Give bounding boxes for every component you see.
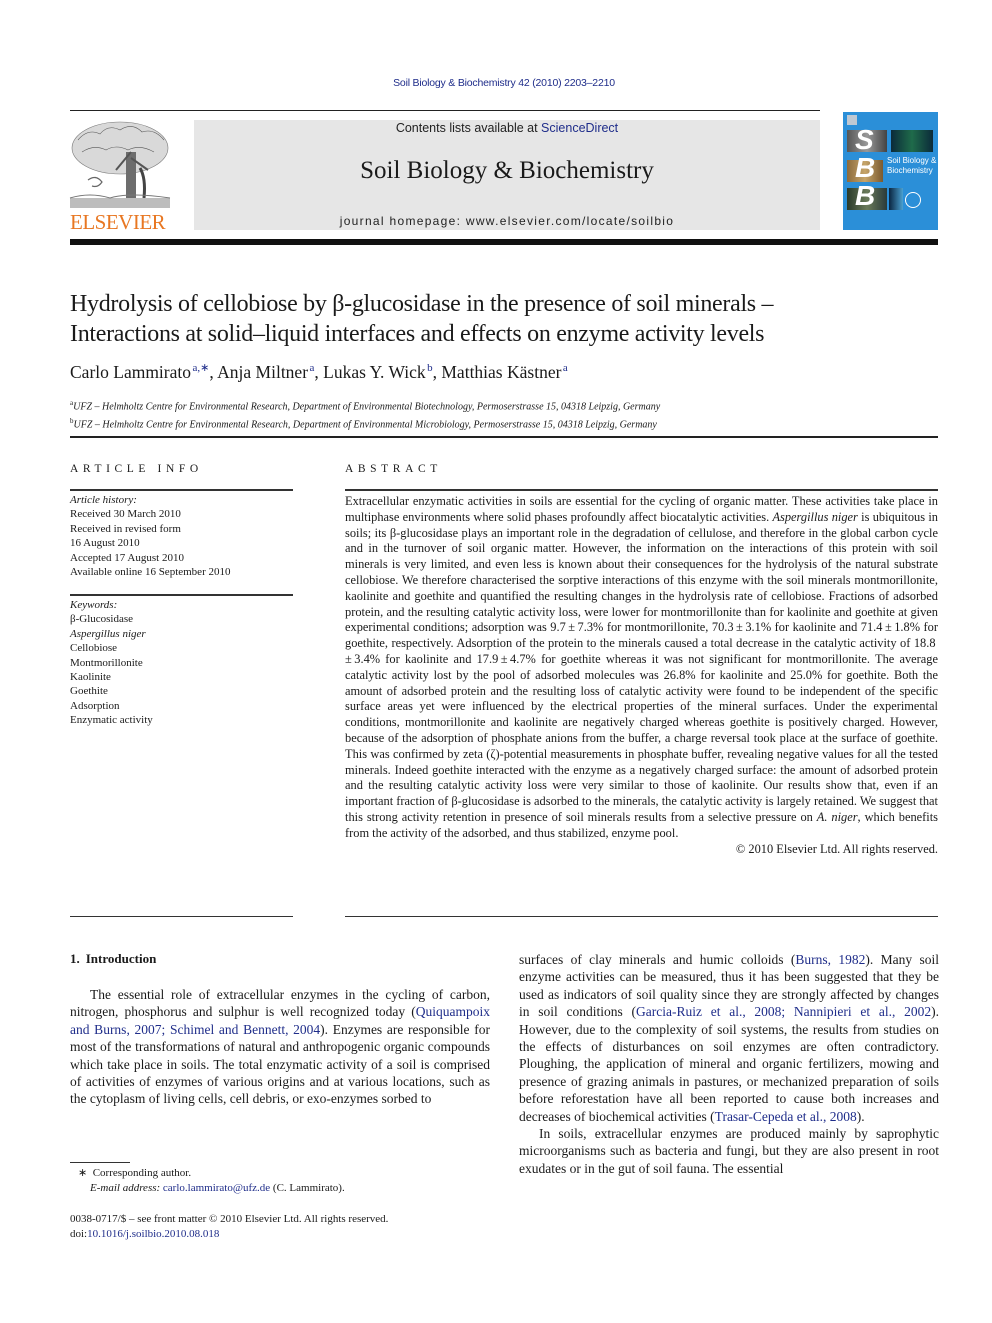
reference-link[interactable]: Trasar-Cepeda et al., 2008: [715, 1109, 857, 1124]
keywords-rule: [70, 594, 293, 596]
author-name[interactable]: Carlo Lammirato: [70, 362, 191, 382]
footnote-rule: [70, 1162, 130, 1163]
front-matter-divider: [70, 436, 938, 438]
doi-line: doi:10.1016/j.soilbio.2010.08.018: [70, 1227, 500, 1242]
article-info-heading: ARTICLE INFO: [70, 463, 203, 475]
reference-link[interactable]: Garcia-Ruiz et al., 2008; Nannipieri et …: [636, 1004, 931, 1019]
doi-link[interactable]: 10.1016/j.soilbio.2010.08.018: [87, 1228, 219, 1240]
email-label: E-mail address:: [90, 1182, 161, 1194]
keyword-item: β-Glucosidase: [70, 613, 134, 626]
corresponding-label: Corresponding author.: [92, 1167, 192, 1179]
history-item: Available online 16 September 2010: [70, 566, 231, 579]
keyword-item: Montmorillonite: [70, 656, 143, 669]
author-list: Carlo Lammirato a,∗, Anja Miltner a, Luk…: [70, 361, 568, 382]
sciencedirect-link[interactable]: ScienceDirect: [541, 121, 618, 135]
elsevier-tree-icon: [69, 121, 171, 208]
journal-homepage-link[interactable]: journal homepage: www.elsevier.com/locat…: [194, 214, 820, 228]
abstract-organism: A. niger: [816, 809, 858, 824]
cover-letter: B: [855, 152, 876, 183]
cover-image-strip: [891, 130, 933, 152]
article-title-line: Interactions at solid–liquid interfaces …: [70, 321, 765, 347]
doi-label: doi:: [70, 1227, 88, 1240]
keyword-item: Cellobiose: [70, 642, 118, 655]
article-info-bottom-rule: [70, 916, 293, 917]
society-emblem-icon: [905, 192, 921, 208]
affiliation-text: UFZ – Helmholtz Centre for Environmental…: [73, 419, 657, 431]
footnote-marker: ∗: [78, 1167, 88, 1179]
keyword-item: Kaolinite: [70, 671, 111, 684]
elsevier-wordmark: ELSEVIER: [70, 210, 166, 234]
contents-prefix: Contents lists available at: [395, 121, 542, 135]
cover-title: Soil Biology & Biochemistry: [887, 156, 936, 176]
section-heading-introduction: 1. Introduction: [70, 951, 156, 967]
affiliation-item: bUFZ – Helmholtz Centre for Environmenta…: [70, 414, 940, 432]
body-text: surfaces of clay minerals and humic coll…: [519, 952, 796, 967]
abstract-rule: [345, 489, 938, 491]
corresponding-author-footnote: ∗ Corresponding author. E-mail address: …: [78, 1166, 498, 1196]
front-matter-info: 0038-0717/$ – see front matter © 2010 El…: [70, 1212, 500, 1241]
author-name[interactable]: Lukas Y. Wick: [323, 362, 426, 382]
masthead-divider: [70, 239, 938, 245]
abstract-copyright: © 2010 Elsevier Ltd. All rights reserved…: [735, 841, 938, 856]
email-link[interactable]: carlo.lammirato@ufz.de: [163, 1182, 270, 1194]
body-text: ).: [856, 1108, 865, 1124]
article-title: Hydrolysis of cellobiose by β-glucosidas…: [70, 289, 940, 349]
history-item: Received 30 March 2010: [70, 508, 181, 521]
contents-available-line: Contents lists available at ScienceDirec…: [194, 121, 820, 135]
cover-title-line: Biochemistry: [887, 166, 933, 175]
article-history: Article history: Received 30 March 2010 …: [70, 493, 293, 579]
cover-title-line: Soil Biology &: [887, 156, 937, 165]
abstract-body: Extracellular enzymatic activities in so…: [345, 494, 938, 857]
reference-link[interactable]: Burns, 1982: [795, 952, 865, 967]
footnote-line: E-mail address: carlo.lammirato@ufz.de (…: [78, 1181, 498, 1196]
cover-letter: S: [855, 124, 874, 155]
history-item: Accepted 17 August 2010: [70, 551, 184, 564]
journal-citation-link[interactable]: Soil Biology & Biochemistry 42 (2010) 22…: [0, 77, 992, 89]
body-paragraph: In soils, extracellular enzymes are prod…: [519, 1126, 939, 1176]
abstract-paragraph: Extracellular enzymatic activities in so…: [345, 494, 938, 842]
keyword-item: Enzymatic activity: [70, 714, 153, 727]
journal-cover-thumbnail[interactable]: S B B Soil Biology & Biochemistry: [843, 112, 938, 230]
abstract-organism: Aspergillus niger: [772, 509, 858, 524]
footnote-line: ∗ Corresponding author.: [78, 1166, 498, 1181]
issn-line: 0038-0717/$ – see front matter © 2010 El…: [70, 1213, 389, 1225]
body-column-right: surfaces of clay minerals and humic coll…: [519, 951, 939, 1177]
article-title-line: Hydrolysis of cellobiose by β-glucosidas…: [70, 291, 774, 317]
keywords: Keywords: β-Glucosidase Aspergillus nige…: [70, 598, 293, 728]
author-affiliation-marker[interactable]: a: [563, 362, 568, 374]
author-affiliation-marker[interactable]: a: [310, 362, 315, 374]
elsevier-logo[interactable]: ELSEVIER: [68, 118, 172, 234]
section-title: Introduction: [85, 951, 157, 966]
affiliation-text: UFZ – Helmholtz Centre for Environmental…: [73, 401, 661, 413]
email-suffix: (C. Lammirato).: [270, 1182, 345, 1194]
author-affiliation-marker[interactable]: a,∗: [192, 362, 209, 374]
author-name[interactable]: Matthias Kästner: [441, 362, 561, 382]
body-paragraph: The essential role of extracellular enzy…: [70, 986, 490, 1108]
keyword-item: Adsorption: [70, 699, 120, 712]
body-text: ). However, due to the complexity of soi…: [519, 1004, 940, 1124]
cover-image-strip: [889, 188, 903, 210]
affiliation-item: aUFZ – Helmholtz Centre for Environmenta…: [70, 396, 940, 414]
header-rule: [70, 110, 820, 111]
keyword-item: Goethite: [70, 685, 108, 698]
section-number: 1.: [70, 951, 80, 966]
keyword-item: Aspergillus niger: [70, 627, 146, 640]
journal-masthead: Contents lists available at ScienceDirec…: [194, 120, 820, 230]
journal-title: Soil Biology & Biochemistry: [360, 157, 654, 184]
article-history-label: Article history:: [70, 494, 137, 506]
author-affiliation-marker[interactable]: b: [427, 362, 433, 374]
body-column-left: The essential role of extracellular enzy…: [70, 986, 490, 1108]
affiliations: aUFZ – Helmholtz Centre for Environmenta…: [70, 396, 940, 433]
article-info-rule: [70, 489, 293, 491]
keywords-label: Keywords:: [70, 599, 118, 611]
body-paragraph: surfaces of clay minerals and humic coll…: [519, 951, 939, 1125]
author-name[interactable]: Anja Miltner: [217, 362, 308, 382]
history-item: 16 August 2010: [70, 537, 140, 550]
cover-letter: B: [855, 180, 876, 211]
abstract-heading: ABSTRACT: [345, 463, 442, 475]
abstract-text: is ubiquitous in soils; its β-glucosidas…: [345, 509, 938, 824]
history-item: Received in revised form: [70, 522, 181, 535]
abstract-bottom-rule: [345, 916, 938, 917]
